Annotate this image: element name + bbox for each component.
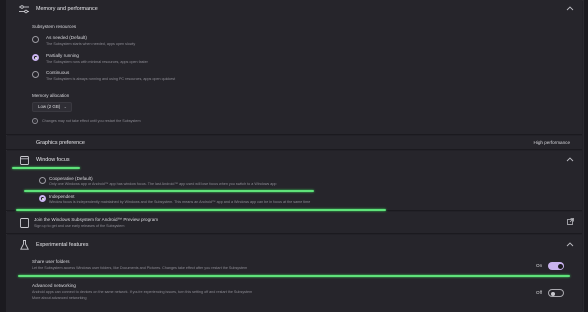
share-folders-toggle[interactable]: [548, 262, 564, 270]
chevron-down-icon: ⌄: [63, 104, 67, 109]
sliders-icon: [18, 3, 30, 15]
external-link-icon[interactable]: [567, 218, 574, 227]
memory-allocation-label: Memory allocation: [32, 93, 70, 98]
radio-as-needed[interactable]: [32, 36, 39, 43]
advanced-networking-toggle[interactable]: [548, 289, 564, 297]
highlight-independent: [16, 209, 386, 211]
advanced-networking-desc: Android apps can connect to devices on t…: [32, 290, 253, 294]
document-icon: [18, 217, 30, 229]
memory-allocation-select[interactable]: Low (2 GB) ⌄: [32, 102, 72, 112]
window-focus-card: Window focus Cooperative (Default) Only …: [6, 151, 582, 211]
option-cooperative-desc: Only one Windows app or Android™ app has…: [49, 182, 277, 186]
memory-card: Memory and performance Subsystem resourc…: [6, 0, 582, 135]
preview-title: Join the Windows Subsystem for Android™ …: [34, 217, 159, 222]
option-cooperative-label: Cooperative (Default): [49, 176, 93, 181]
graphics-header: Graphics preference: [18, 136, 85, 150]
memory-section-title: Memory and performance: [36, 6, 98, 12]
option-partially-running-label: Partially running: [46, 53, 79, 58]
graphics-title: Graphics preference: [36, 140, 85, 146]
preview-desc: Sign up to get and use early releases of…: [34, 224, 125, 228]
advanced-networking-label: Advanced networking: [32, 283, 76, 288]
graphics-card[interactable]: Graphics preference High performance: [6, 136, 582, 150]
chevron-up-icon[interactable]: [566, 5, 574, 13]
option-independent-label: Independent: [49, 194, 75, 199]
highlight-cooperative: [24, 190, 314, 192]
window-icon: [18, 154, 30, 166]
share-folders-state: On: [536, 263, 543, 268]
graphics-value[interactable]: High performance: [533, 140, 570, 145]
radio-cooperative[interactable]: [39, 177, 46, 184]
option-as-needed-desc: The Subsystem starts when needed, apps o…: [46, 42, 136, 46]
info-icon: i: [32, 118, 38, 124]
advanced-networking-link[interactable]: More about advanced networking: [32, 296, 87, 300]
graphics-icon: [18, 137, 30, 149]
memory-header[interactable]: Memory and performance: [18, 2, 98, 16]
memory-info-text: Changes may not take effect until you re…: [42, 119, 141, 123]
option-as-needed-label: As needed (Default): [46, 35, 87, 40]
option-independent-desc: Window focus is independently maintained…: [49, 200, 311, 204]
chevron-up-icon[interactable]: [566, 156, 574, 164]
window-focus-title: Window focus: [36, 157, 70, 163]
option-continuous-desc: The Subsystem is always running and usin…: [46, 77, 176, 81]
subsystem-resources-label: Subsystem resources: [32, 24, 77, 29]
highlight-share-folders: [18, 275, 570, 277]
radio-partially-running[interactable]: [32, 54, 39, 61]
highlight-window-focus: [12, 167, 80, 169]
option-continuous-label: Continuous: [46, 70, 70, 75]
flask-icon: [18, 239, 30, 251]
experimental-header[interactable]: Experimental features: [18, 238, 88, 252]
window-focus-header[interactable]: Window focus: [18, 153, 70, 167]
radio-continuous[interactable]: [32, 71, 39, 78]
advanced-networking-state: Off: [536, 290, 543, 295]
experimental-title: Experimental features: [36, 242, 89, 248]
radio-independent[interactable]: [39, 195, 46, 202]
option-partially-running-desc: The Subsystem runs with minimal resource…: [46, 60, 148, 64]
chevron-up-icon[interactable]: [566, 241, 574, 249]
share-folders-label: Share user folders: [32, 259, 70, 264]
experimental-card: Experimental features Share user folders…: [6, 235, 582, 312]
preview-card[interactable]: Join the Windows Subsystem for Android™ …: [6, 212, 582, 234]
memory-allocation-value: Low (2 GB): [38, 104, 61, 109]
share-folders-desc: Let the Subsystem access Windows user fo…: [32, 266, 248, 270]
